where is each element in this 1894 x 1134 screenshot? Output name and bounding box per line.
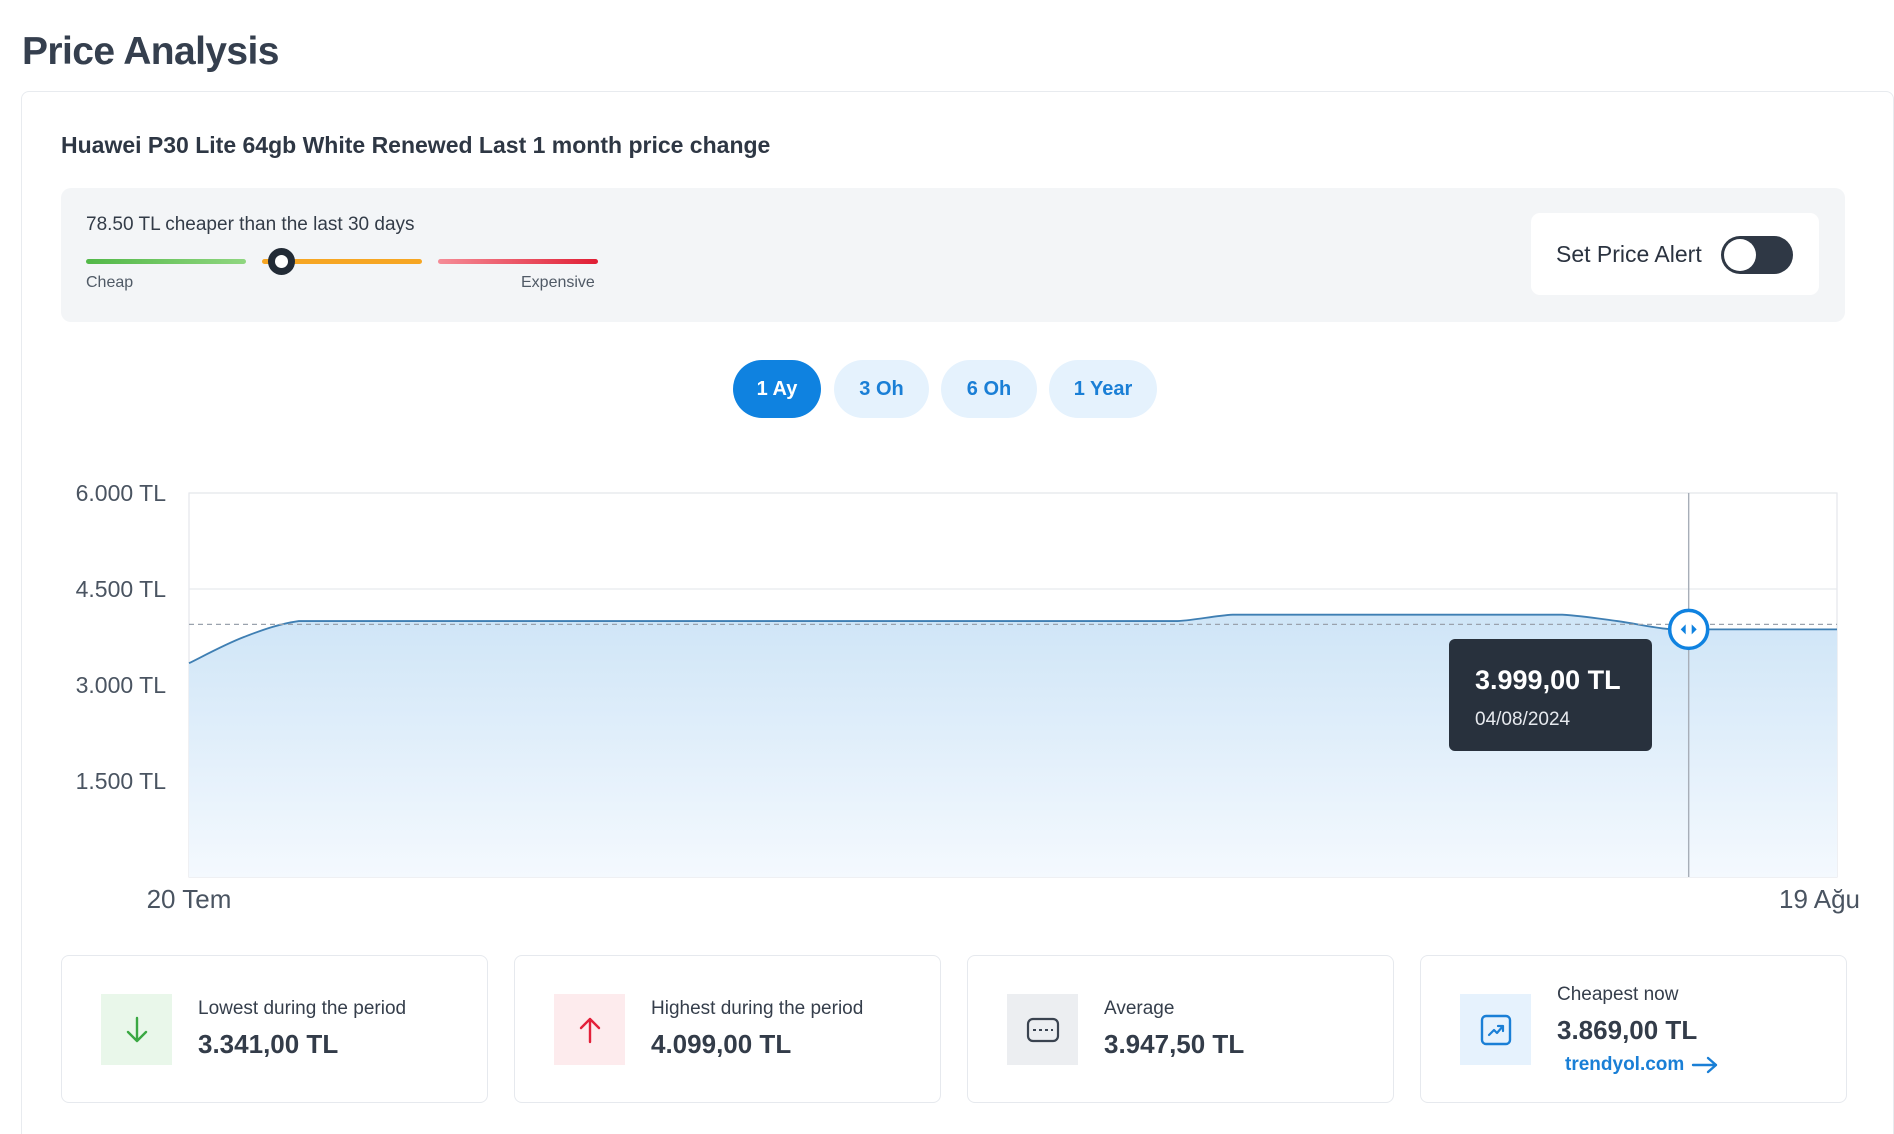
stat-label: Lowest during the period	[198, 998, 407, 1019]
expensive-label: Expensive	[521, 274, 595, 291]
tooltip-price: 3.999,00 TL	[1475, 665, 1621, 695]
arrow-down-icon	[101, 994, 172, 1065]
trend-chart-icon	[1460, 994, 1531, 1065]
stat-label: Cheapest now	[1557, 984, 1679, 1005]
stat-value: 3.869,00 TL	[1557, 1015, 1698, 1045]
store-link-text: trendyol.com	[1565, 1054, 1685, 1075]
average-icon	[1007, 994, 1078, 1065]
arrow-right-icon	[1692, 1056, 1718, 1074]
stat-label: Average	[1104, 998, 1175, 1019]
stat-value: 3.947,50 TL	[1104, 1029, 1245, 1059]
range-1-month-button[interactable]: 1 Ay	[733, 360, 821, 418]
cheaper-text: 78.50 TL cheaper than the last 30 days	[86, 214, 415, 235]
stat-card-highest: Highest during the period 4.099,00 TL	[514, 955, 941, 1103]
tooltip-date: 04/08/2024	[1475, 709, 1571, 730]
chart-tooltip: 3.999,00 TL 04/08/2024	[1449, 639, 1652, 751]
stat-value: 4.099,00 TL	[651, 1029, 792, 1059]
stat-card-lowest: Lowest during the period 3.341,00 TL	[61, 955, 488, 1103]
arrow-up-icon	[554, 994, 625, 1065]
price-alert-toggle[interactable]	[1721, 236, 1793, 274]
cheapest-store-link[interactable]: trendyol.com	[1565, 1054, 1720, 1076]
toggle-knob	[1724, 239, 1756, 271]
expensive-bar	[438, 259, 598, 264]
stat-value: 3.341,00 TL	[198, 1029, 339, 1059]
range-1-year-button[interactable]: 1 Year	[1049, 360, 1157, 418]
page-title: Price Analysis	[22, 30, 279, 73]
price-alert-card: Set Price Alert	[1531, 213, 1819, 295]
range-3-months-button[interactable]: 3 Oh	[834, 360, 929, 418]
price-level-indicator	[267, 248, 295, 275]
product-title: Huawei P30 Lite 64gb White Renewed Last …	[61, 132, 771, 158]
price-alert-label: Set Price Alert	[1556, 241, 1702, 267]
stat-card-cheapest-now: Cheapest now 3.869,00 TL trendyol.com	[1420, 955, 1847, 1103]
stat-label: Highest during the period	[651, 998, 864, 1019]
cheap-label: Cheap	[86, 274, 134, 291]
range-6-months-button[interactable]: 6 Oh	[941, 360, 1037, 418]
stat-card-average: Average 3.947,50 TL	[967, 955, 1394, 1103]
cheap-bar	[86, 259, 246, 264]
